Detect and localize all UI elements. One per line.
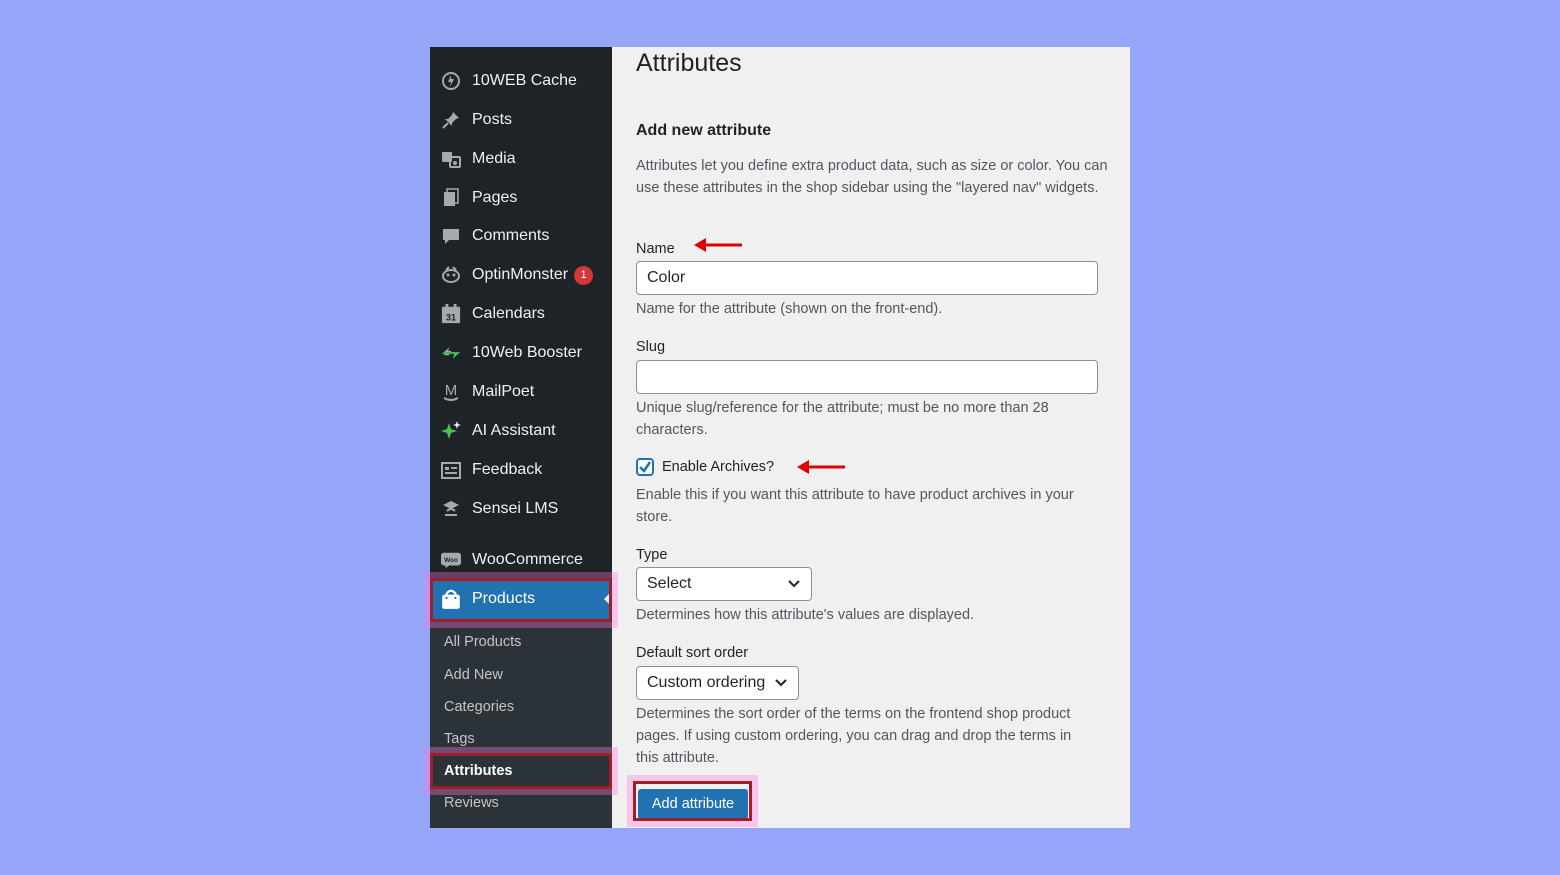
name-label: Name bbox=[636, 241, 675, 257]
sidebar-item-label: 10Web Booster bbox=[472, 344, 582, 361]
sidebar-item-10web-cache[interactable]: 10WEB Cache bbox=[430, 64, 612, 98]
checkmark-icon bbox=[639, 461, 652, 473]
woocommerce-icon: Woo bbox=[440, 549, 462, 571]
slug-help-text: Unique slug/reference for the attribute;… bbox=[636, 400, 1049, 438]
sidebar-item-10web-booster[interactable]: 10Web Booster bbox=[430, 336, 612, 370]
sidebar-item-calendars[interactable]: 31 Calendars bbox=[430, 297, 612, 331]
type-select[interactable]: Select bbox=[636, 567, 812, 601]
svg-text:31: 31 bbox=[446, 312, 456, 322]
submenu-item-tags[interactable]: Tags bbox=[444, 727, 475, 751]
sidebar-item-posts[interactable]: Posts bbox=[430, 103, 612, 137]
sidebar-item-label: Comments bbox=[472, 227, 550, 244]
sidebar-item-label: 10WEB Cache bbox=[472, 72, 577, 89]
comment-icon bbox=[440, 225, 462, 247]
sidebar-item-mailpoet[interactable]: M MailPoet bbox=[430, 375, 612, 409]
chevron-down-icon bbox=[775, 679, 787, 687]
enable-archives-label[interactable]: Enable Archives? bbox=[662, 459, 774, 475]
sidebar-item-sensei-lms[interactable]: Sensei LMS bbox=[430, 492, 612, 526]
wp-admin-window: 10WEB Cache Posts Media Pages Comments O… bbox=[430, 47, 1130, 828]
feedback-icon bbox=[440, 459, 462, 481]
sidebar-item-label: Posts bbox=[472, 111, 513, 128]
optinmonster-icon bbox=[440, 264, 462, 286]
chevron-down-icon bbox=[788, 580, 800, 588]
submenu-item-reviews[interactable]: Reviews bbox=[444, 791, 499, 815]
submenu-item-categories[interactable]: Categories bbox=[444, 695, 514, 719]
sidebar-item-label: Media bbox=[472, 150, 516, 167]
slug-input[interactable] bbox=[636, 360, 1098, 394]
enable-archives-checkbox[interactable] bbox=[636, 458, 654, 476]
gauge-icon bbox=[440, 70, 462, 92]
submenu-item-add-new[interactable]: Add New bbox=[444, 663, 503, 687]
sidebar-item-comments[interactable]: Comments bbox=[430, 219, 612, 253]
sidebar-item-label: WooCommerce bbox=[472, 551, 583, 568]
sidebar-item-ai-assistant[interactable]: AI Assistant bbox=[430, 414, 612, 448]
section-title: Add new attribute bbox=[636, 122, 772, 139]
type-label: Type bbox=[636, 547, 668, 563]
sidebar-item-label: Calendars bbox=[472, 305, 545, 322]
slug-label: Slug bbox=[636, 339, 666, 355]
sparkle-icon bbox=[440, 420, 462, 442]
name-help-text: Name for the attribute (shown on the fro… bbox=[636, 301, 943, 317]
sidebar-item-label: AI Assistant bbox=[472, 422, 556, 439]
products-submenu: All Products Add New Categories Tags Att… bbox=[430, 622, 612, 828]
sidebar-item-label: Feedback bbox=[472, 461, 543, 478]
archives-help-text: Enable this if you want this attribute t… bbox=[636, 487, 1074, 525]
sort-order-select[interactable]: Custom ordering bbox=[636, 666, 799, 700]
type-selected-value: Select bbox=[647, 575, 692, 592]
sidebar-item-label: OptinMonster bbox=[472, 266, 569, 283]
sort-label: Default sort order bbox=[636, 645, 749, 661]
calendar-icon: 31 bbox=[440, 303, 462, 325]
pin-icon bbox=[440, 109, 462, 131]
intro-description: Attributes let you define extra product … bbox=[636, 158, 1108, 196]
sidebar-item-media[interactable]: Media bbox=[430, 142, 612, 176]
sort-selected-value: Custom ordering bbox=[647, 674, 766, 691]
sidebar-item-woocommerce[interactable]: Woo WooCommerce bbox=[430, 543, 612, 577]
notification-badge: 1 bbox=[574, 265, 594, 285]
sidebar-item-label: Sensei LMS bbox=[472, 500, 559, 517]
sidebar-item-label: Pages bbox=[472, 189, 518, 206]
sensei-icon bbox=[440, 498, 462, 520]
type-help-text: Determines how this attribute's values a… bbox=[636, 607, 975, 623]
svg-text:M: M bbox=[445, 382, 458, 399]
red-arrow-icon bbox=[694, 238, 742, 252]
name-input[interactable] bbox=[636, 261, 1098, 295]
pages-icon bbox=[440, 187, 462, 209]
sidebar-item-label: MailPoet bbox=[472, 383, 535, 400]
booster-icon bbox=[440, 342, 462, 364]
page-title: Attributes bbox=[636, 49, 742, 77]
sidebar-item-optinmonster[interactable]: OptinMonster 1 bbox=[430, 258, 612, 292]
media-icon bbox=[440, 148, 462, 170]
sidebar-item-feedback[interactable]: Feedback bbox=[430, 453, 612, 487]
attributes-highlight-box bbox=[430, 753, 612, 789]
sort-help-text: Determines the sort order of the terms o… bbox=[636, 706, 1072, 766]
add-attribute-highlight-box bbox=[633, 781, 752, 821]
products-highlight-box bbox=[430, 578, 612, 622]
admin-sidebar: 10WEB Cache Posts Media Pages Comments O… bbox=[430, 47, 612, 828]
mailpoet-icon: M bbox=[440, 381, 462, 403]
red-arrow-icon bbox=[797, 460, 845, 474]
sidebar-item-pages[interactable]: Pages bbox=[430, 181, 612, 215]
submenu-item-all-products[interactable]: All Products bbox=[444, 630, 521, 654]
main-content: Attributes Add new attribute Attributes … bbox=[612, 47, 1130, 828]
svg-text:Woo: Woo bbox=[444, 557, 458, 564]
